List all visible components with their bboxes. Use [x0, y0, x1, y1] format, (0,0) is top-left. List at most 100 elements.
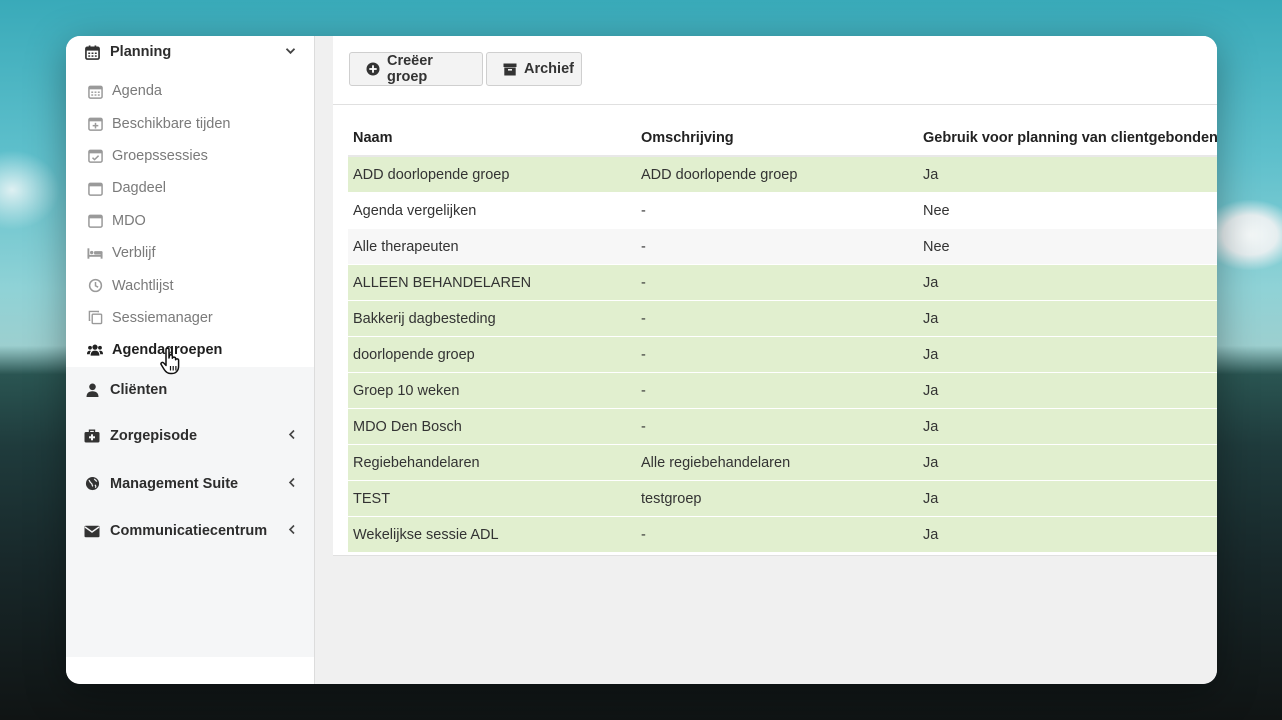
medkit-icon	[84, 428, 100, 444]
bed-icon	[87, 245, 103, 261]
sidebar-section-planning[interactable]: Planning	[66, 36, 314, 68]
cell-gebruik: Ja	[918, 336, 1217, 373]
cell-omschrijving: -	[636, 336, 918, 373]
create-group-button[interactable]: Creëer groep	[349, 52, 483, 86]
cell-gebruik: Nee	[918, 192, 1217, 229]
table-row[interactable]: ADD doorlopende groep ADD doorlopende gro…	[348, 155, 1217, 193]
clock-icon	[87, 278, 103, 294]
sidebar-item-dagdeel[interactable]: Dagdeel	[66, 172, 314, 204]
sidebar-section-label: Cliënten	[110, 381, 168, 398]
plus-circle-icon	[366, 62, 380, 76]
table-row[interactable]: Wekelijkse sessie ADL - Ja	[348, 516, 1217, 552]
user-icon	[84, 382, 100, 398]
sidebar-section-management-suite[interactable]: Management Suite	[66, 460, 314, 508]
cell-naam: doorlopende groep	[348, 336, 636, 373]
archive-button[interactable]: Archief	[486, 52, 582, 86]
sidebar-item-beschikbare-tijden[interactable]: Beschikbare tijden	[66, 107, 314, 139]
sidebar-item-label: Sessiemanager	[112, 309, 213, 326]
cell-naam: Bakkerij dagbesteding	[348, 300, 636, 337]
table-row[interactable]: Groep 10 weken - Ja	[348, 372, 1217, 409]
table-row[interactable]: MDO Den Bosch - Ja	[348, 408, 1217, 445]
sidebar-section-label: Communicatiecentrum	[110, 523, 268, 540]
sidebar-item-mdo[interactable]: MDO	[66, 205, 314, 237]
sidebar-item-verblijf[interactable]: Verblijf	[66, 237, 314, 269]
table-row[interactable]: Agenda vergelijken - Nee	[348, 192, 1217, 229]
sidebar-item-wachtlijst[interactable]: Wachtlijst	[66, 269, 314, 301]
cell-omschrijving: -	[636, 300, 918, 337]
sidebar-item-label: Dagdeel	[112, 180, 167, 197]
cell-omschrijving: -	[636, 516, 918, 552]
envelope-icon	[84, 523, 100, 539]
sidebar-item-label: Verblijf	[112, 245, 156, 262]
groups-panel: Naam Omschrijving Gebruik voor planning …	[333, 105, 1217, 556]
cell-omschrijving: Alle regiebehandelaren	[636, 444, 918, 481]
sidebar-section-communicatiecentrum[interactable]: Communicatiecentrum	[66, 508, 314, 556]
column-header-gebruik[interactable]: Gebruik voor planning van clientgebonden…	[918, 121, 1217, 157]
cell-gebruik: Ja	[918, 444, 1217, 481]
sidebar-section-zorgepisode[interactable]: Zorgepisode	[66, 413, 314, 461]
sidebar: Planning Agenda Beschikbare tijden Groepss…	[66, 36, 315, 684]
cell-omschrijving: testgroep	[636, 480, 918, 517]
cell-naam: TEST	[348, 480, 636, 517]
cell-gebruik: Nee	[918, 228, 1217, 265]
sidebar-item-label: Wachtlijst	[112, 277, 174, 294]
calendar-icon	[84, 44, 100, 60]
cell-naam: Regiebehandelaren	[348, 444, 636, 481]
main-content: Creëer groep Archief Naam Omschrijving G…	[315, 36, 1217, 684]
calendar-icon	[87, 83, 103, 99]
chevron-left-icon	[288, 429, 296, 443]
cell-omschrijving: -	[636, 228, 918, 265]
table-row[interactable]: doorlopende groep - Ja	[348, 336, 1217, 373]
column-header-naam[interactable]: Naam	[348, 121, 636, 157]
table-row[interactable]: Bakkerij dagbesteding - Ja	[348, 300, 1217, 337]
cell-gebruik: Ja	[918, 155, 1217, 193]
archive-label: Archief	[524, 61, 574, 77]
cell-gebruik: Ja	[918, 300, 1217, 337]
cell-gebruik: Ja	[918, 372, 1217, 409]
copy-icon	[87, 310, 103, 326]
table-row[interactable]: ALLEEN BEHANDELAREN - Ja	[348, 264, 1217, 301]
table-row[interactable]: Alle therapeuten - Nee	[348, 228, 1217, 265]
chevron-left-icon	[288, 524, 296, 538]
groups-table: Naam Omschrijving Gebruik voor planning …	[348, 121, 1217, 552]
sidebar-lower-sections: Cliënten Zorgepisode Management Suite Commu…	[66, 366, 314, 657]
create-group-label: Creëer groep	[387, 53, 433, 85]
background-cloud	[0, 150, 60, 230]
sidebar-item-groepssessies[interactable]: Groepssessies	[66, 140, 314, 172]
globe-icon	[84, 476, 100, 492]
column-header-omschrijving[interactable]: Omschrijving	[636, 121, 918, 157]
sidebar-item-label: Beschikbare tijden	[112, 115, 231, 132]
cell-omschrijving: -	[636, 372, 918, 409]
calendar-blank-icon	[87, 180, 103, 196]
cell-naam: Alle therapeuten	[348, 228, 636, 265]
sidebar-item-agenda[interactable]: Agenda	[66, 75, 314, 107]
sidebar-item-label: Agenda	[112, 83, 162, 100]
app-window: Planning Agenda Beschikbare tijden Groepss…	[66, 36, 1217, 684]
toolbar: Creëer groep Archief	[333, 36, 1217, 105]
chevron-left-icon	[288, 477, 296, 491]
cell-naam: ADD doorlopende groep	[348, 155, 636, 193]
cell-naam: MDO Den Bosch	[348, 408, 636, 445]
table-row[interactable]: Regiebehandelaren Alle regiebehandelaren J…	[348, 444, 1217, 481]
sidebar-item-agendagroepen[interactable]: Agendagroepen	[66, 334, 314, 366]
calendar-check-icon	[87, 148, 103, 164]
cell-gebruik: Ja	[918, 516, 1217, 552]
cell-gebruik: Ja	[918, 408, 1217, 445]
sidebar-section-label: Planning	[110, 44, 172, 60]
sidebar-item-sessiemanager[interactable]: Sessiemanager	[66, 302, 314, 334]
cell-naam: Agenda vergelijken	[348, 192, 636, 229]
sidebar-item-label: Groepssessies	[112, 147, 208, 164]
calendar-plus-icon	[87, 116, 103, 132]
cell-naam: Wekelijkse sessie ADL	[348, 516, 636, 552]
sidebar-item-label: MDO	[112, 212, 146, 229]
cell-omschrijving: -	[636, 264, 918, 301]
chevron-down-icon	[285, 46, 296, 58]
table-row[interactable]: TEST testgroep Ja	[348, 480, 1217, 517]
calendar-blank-icon	[87, 213, 103, 229]
table-header-row: Naam Omschrijving Gebruik voor planning …	[348, 121, 1217, 157]
cell-gebruik: Ja	[918, 480, 1217, 517]
sidebar-section-cliënten[interactable]: Cliënten	[66, 367, 314, 413]
archive-icon	[503, 63, 517, 76]
sidebar-item-label: Agendagroepen	[112, 342, 223, 359]
cell-omschrijving: -	[636, 408, 918, 445]
